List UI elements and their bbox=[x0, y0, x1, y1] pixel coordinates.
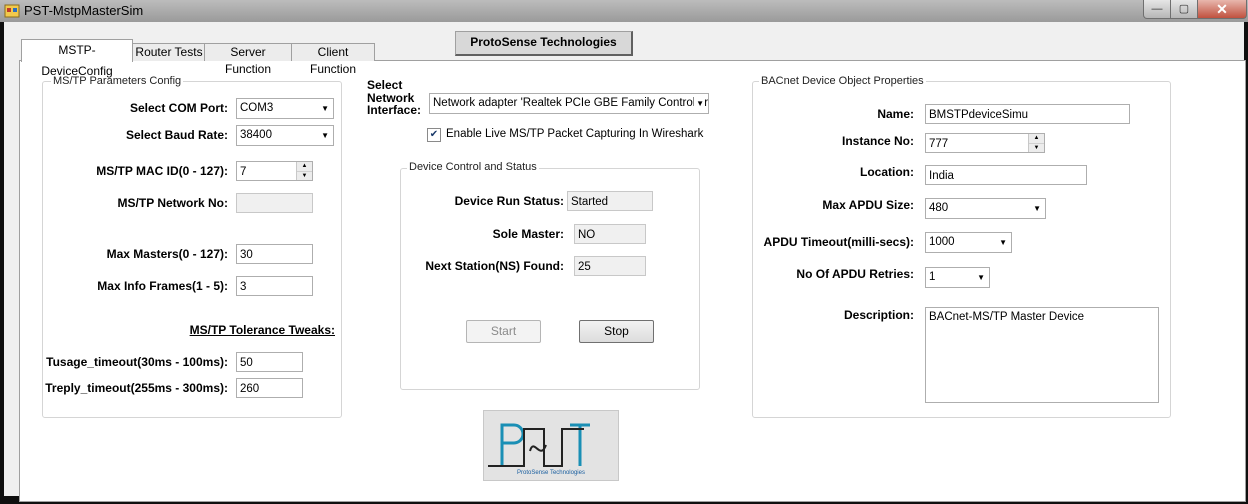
instance-no-label: Instance No: bbox=[841, 134, 914, 148]
spinner-arrows-icon[interactable]: ▲ ▼ bbox=[296, 162, 312, 180]
tab-server-function[interactable]: Server Function bbox=[204, 43, 292, 76]
chevron-down-icon: ▼ bbox=[321, 104, 329, 113]
max-info-frames-label: Max Info Frames(1 - 5): bbox=[97, 279, 228, 293]
network-interface-label-line3: Interface: bbox=[367, 103, 422, 117]
treply-timeout-label: Treply_timeout(255ms - 300ms): bbox=[45, 381, 228, 395]
run-status-field: Started bbox=[567, 191, 653, 211]
apdu-timeout-value: 1000 bbox=[929, 236, 955, 248]
description-textarea[interactable]: BACnet-MS/TP Master Device bbox=[925, 307, 1159, 403]
network-no-label: MS/TP Network No: bbox=[117, 196, 228, 210]
network-no-field bbox=[236, 193, 313, 213]
network-interface-select[interactable]: Network adapter 'Realtek PCIe GBE Family… bbox=[429, 93, 709, 114]
maximize-button[interactable]: ▢ bbox=[1170, 0, 1198, 19]
bacnet-properties-group-title: BACnet Device Object Properties bbox=[759, 75, 926, 87]
max-info-frames-input[interactable]: 3 bbox=[236, 276, 313, 296]
pst-logo: ProtoSense Technologies bbox=[483, 410, 619, 481]
network-interface-label: Select Network Interface: bbox=[367, 79, 421, 117]
instance-no-value: 777 bbox=[929, 138, 949, 150]
tolerance-tweaks-heading: MS/TP Tolerance Tweaks: bbox=[189, 323, 335, 337]
apdu-retries-value: 1 bbox=[929, 271, 936, 283]
sole-master-field: NO bbox=[574, 224, 646, 244]
apdu-timeout-label: APDU Timeout(milli-secs): bbox=[763, 235, 914, 249]
max-apdu-size-select[interactable]: 480 ▼ bbox=[925, 198, 1046, 219]
treply-timeout-input[interactable]: 260 bbox=[236, 378, 303, 398]
wireshark-checkbox[interactable]: ✔ bbox=[427, 128, 441, 142]
instance-no-stepper[interactable]: 777 ▲ ▼ bbox=[925, 133, 1045, 153]
next-station-field: 25 bbox=[574, 256, 646, 276]
max-masters-input[interactable]: 30 bbox=[236, 244, 313, 264]
tab-mstp-deviceconfig[interactable]: MSTP-DeviceConfig bbox=[21, 39, 133, 78]
apdu-retries-select[interactable]: 1 ▼ bbox=[925, 267, 990, 288]
network-interface-label-line1: Select bbox=[367, 78, 403, 92]
tab-router-tests[interactable]: Router Tests bbox=[132, 43, 206, 61]
baud-rate-value: 38400 bbox=[240, 129, 272, 141]
chevron-down-icon: ▼ bbox=[999, 238, 1007, 247]
tab-client-function[interactable]: Client Function bbox=[291, 43, 375, 76]
location-input[interactable]: India bbox=[925, 165, 1087, 185]
minimize-button[interactable]: — bbox=[1143, 0, 1171, 19]
chevron-down-icon: ▼ bbox=[1033, 204, 1041, 213]
mac-id-value: 7 bbox=[240, 166, 247, 178]
window-title: PST-MstpMasterSim bbox=[24, 3, 144, 18]
chevron-down-icon: ▼ bbox=[977, 273, 985, 282]
spinner-arrows-icon[interactable]: ▲ ▼ bbox=[1028, 134, 1044, 152]
brand-header: ProtoSense Technologies bbox=[455, 31, 633, 56]
device-name-input[interactable]: BMSTPdeviceSimu bbox=[925, 104, 1130, 124]
run-status-label: Device Run Status: bbox=[454, 194, 564, 208]
max-apdu-size-value: 480 bbox=[929, 202, 949, 214]
tusage-timeout-input[interactable]: 50 bbox=[236, 352, 303, 372]
close-button[interactable]: ✕ bbox=[1197, 0, 1247, 19]
chevron-down-icon: ▼ bbox=[694, 94, 704, 113]
mac-id-label: MS/TP MAC ID(0 - 127): bbox=[96, 164, 228, 178]
logo-caption: ProtoSense Technologies bbox=[517, 470, 585, 476]
com-port-select[interactable]: COM3 ▼ bbox=[236, 98, 334, 119]
app-icon bbox=[4, 4, 20, 18]
baud-rate-label: Select Baud Rate: bbox=[125, 128, 228, 142]
com-port-value: COM3 bbox=[240, 102, 274, 114]
start-button[interactable]: Start bbox=[466, 320, 541, 343]
next-station-label: Next Station(NS) Found: bbox=[425, 259, 564, 273]
device-name-label: Name: bbox=[877, 107, 914, 121]
network-interface-value: Network adapter 'Realtek PCIe GBE Family… bbox=[433, 97, 709, 109]
description-value: BACnet-MS/TP Master Device bbox=[929, 311, 1085, 323]
check-icon: ✔ bbox=[429, 129, 439, 140]
description-label: Description: bbox=[843, 308, 914, 322]
tusage-timeout-label: Tusage_timeout(30ms - 100ms): bbox=[46, 355, 228, 369]
device-control-group-title: Device Control and Status bbox=[407, 161, 539, 173]
chevron-down-icon: ▼ bbox=[321, 131, 329, 140]
mac-id-stepper[interactable]: 7 ▲ ▼ bbox=[236, 161, 313, 181]
baud-rate-select[interactable]: 38400 ▼ bbox=[236, 125, 334, 146]
com-port-label: Select COM Port: bbox=[129, 101, 228, 115]
apdu-timeout-select[interactable]: 1000 ▼ bbox=[925, 232, 1012, 253]
title-bar[interactable]: PST-MstpMasterSim — ▢ ✕ bbox=[0, 0, 1248, 22]
max-masters-label: Max Masters(0 - 127): bbox=[106, 247, 228, 261]
sole-master-label: Sole Master: bbox=[492, 227, 564, 241]
max-apdu-size-label: Max APDU Size: bbox=[822, 198, 914, 212]
wireshark-checkbox-label[interactable]: Enable Live MS/TP Packet Capturing In Wi… bbox=[446, 128, 703, 140]
stop-button[interactable]: Stop bbox=[579, 320, 654, 343]
apdu-retries-label: No Of APDU Retries: bbox=[796, 267, 914, 281]
location-label: Location: bbox=[860, 165, 914, 179]
